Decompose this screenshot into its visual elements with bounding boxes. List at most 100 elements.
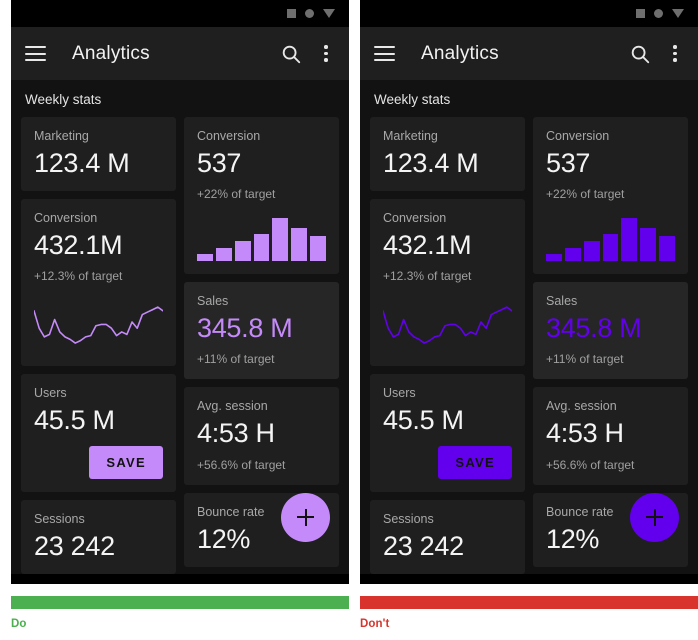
stat-card-value: 4:53 H <box>546 418 624 449</box>
stat-card[interactable]: Avg. session 4:53 H +56.6% of target <box>184 387 339 485</box>
bar-chart-bar <box>272 218 289 262</box>
stat-card[interactable]: Users 45.5 M SAVE <box>21 374 176 492</box>
stat-card-subtext: +11% of target <box>197 352 275 367</box>
app-bar: Analytics <box>360 27 698 80</box>
bar-chart-bar <box>621 218 638 262</box>
search-icon[interactable] <box>628 42 652 66</box>
stat-card-action-row: SAVE <box>34 445 163 479</box>
verdict-label-dont: Don't <box>360 618 390 630</box>
app-bar: Analytics <box>11 27 349 80</box>
stat-card[interactable]: Marketing 123.4 M <box>21 117 176 192</box>
panel-dont: Analytics Weekly stats Marketing 123.4 M C… <box>360 0 698 640</box>
stat-card-label: Avg. session <box>546 399 617 414</box>
stat-card-value: 537 <box>546 148 591 178</box>
circle-icon <box>654 9 663 18</box>
stat-card-label: Users <box>34 386 67 401</box>
stat-card-value: 123.4 M <box>383 148 479 178</box>
stat-card-subtext: +12.3% of target <box>383 269 472 284</box>
line-chart <box>383 291 512 353</box>
circle-icon <box>305 9 314 18</box>
stat-card-subtext: +12.3% of target <box>34 269 123 284</box>
status-bar <box>360 0 698 27</box>
stat-card[interactable]: Sales 345.8 M +11% of target <box>533 282 688 380</box>
stat-card-label: Sales <box>197 294 229 309</box>
grid-column-left: Marketing 123.4 M Conversion 432.1M +12.3% o… <box>21 117 176 574</box>
stat-card[interactable]: Conversion 432.1M +12.3% of target <box>21 199 176 367</box>
stat-card[interactable]: Conversion 432.1M +12.3% of target <box>370 199 525 367</box>
stat-card-label: Conversion <box>546 129 610 143</box>
line-chart <box>34 291 163 353</box>
stat-card-value: 23 242 <box>383 530 464 561</box>
stat-card-label: Marketing <box>34 129 89 143</box>
stat-card-label: Avg. session <box>197 399 268 414</box>
stats-grid: Marketing 123.4 M Conversion 432.1M +12.3% o… <box>360 117 698 574</box>
bar-chart-bar <box>310 236 327 262</box>
stat-card-value: 123.4 M <box>34 148 130 178</box>
bar-chart-bar <box>583 240 600 262</box>
stat-card[interactable]: Conversion 537 +22% of target <box>533 117 688 275</box>
stat-card-action-row: SAVE <box>383 445 512 479</box>
stat-card-label: Sessions <box>34 511 85 526</box>
stat-card-value: 432.1M <box>383 230 472 261</box>
section-title: Weekly stats <box>11 80 349 117</box>
do-dont-comparison: Analytics Weekly stats Marketing 123.4 M C… <box>0 0 698 640</box>
stat-card-subtext: +56.6% of target <box>546 457 635 472</box>
panel-do: Analytics Weekly stats Marketing 123.4 M C… <box>11 0 349 640</box>
stat-card[interactable]: Marketing 123.4 M <box>370 117 525 192</box>
bar-chart-bar <box>197 254 213 262</box>
bar-chart-bar <box>291 227 308 262</box>
stat-card-value: 4:53 H <box>197 418 275 449</box>
menu-icon[interactable] <box>25 46 46 61</box>
stat-card[interactable]: Sales 345.8 M +11% of target <box>184 282 339 380</box>
add-icon[interactable] <box>630 492 679 542</box>
stat-card-value: 45.5 M <box>383 405 464 436</box>
bar-chart-bar <box>546 254 562 262</box>
page-title: Analytics <box>72 42 150 64</box>
stat-card-label: Sales <box>546 294 578 309</box>
stats-grid: Marketing 123.4 M Conversion 432.1M +12.3% o… <box>11 117 349 574</box>
menu-icon[interactable] <box>374 46 395 61</box>
stat-card-value: 345.8 M <box>546 313 642 344</box>
phone-mock-dont: Analytics Weekly stats Marketing 123.4 M C… <box>360 0 698 584</box>
bar-chart-bar <box>234 240 251 262</box>
stat-card-label: Conversion <box>383 211 447 226</box>
bar-chart-bar <box>602 234 619 262</box>
search-icon[interactable] <box>279 42 303 66</box>
stat-card-value: 432.1M <box>34 230 123 261</box>
stat-card[interactable]: Avg. session 4:53 H +56.6% of target <box>533 387 688 485</box>
more-vert-icon[interactable] <box>317 43 335 65</box>
stat-card[interactable]: Conversion 537 +22% of target <box>184 117 339 275</box>
page-title: Analytics <box>421 42 499 64</box>
stat-card-subtext: +22% of target <box>546 187 625 202</box>
bar-chart <box>197 213 327 262</box>
stat-card-subtext: +56.6% of target <box>197 457 286 472</box>
verdict-bar-dont <box>360 596 698 609</box>
more-vert-icon[interactable] <box>666 43 684 65</box>
triangle-icon <box>672 9 684 18</box>
bar-chart <box>546 213 676 262</box>
save-button[interactable]: SAVE <box>89 445 163 479</box>
stat-card-label: Sessions <box>383 511 434 526</box>
add-icon[interactable] <box>281 492 330 542</box>
phone-mock-do: Analytics Weekly stats Marketing 123.4 M C… <box>11 0 349 584</box>
square-icon <box>287 9 296 18</box>
stat-card-label: Users <box>383 386 416 401</box>
status-bar <box>11 0 349 27</box>
square-icon <box>636 9 645 18</box>
stat-card[interactable]: Users 45.5 M SAVE <box>370 374 525 492</box>
stat-card[interactable]: Sessions 23 242 <box>21 499 176 574</box>
triangle-icon <box>323 9 335 18</box>
stat-card[interactable]: Sessions 23 242 <box>370 499 525 574</box>
stat-card-value: 345.8 M <box>197 313 293 344</box>
stat-card-value: 23 242 <box>34 530 115 561</box>
section-title: Weekly stats <box>360 80 698 117</box>
bar-chart-bar <box>659 236 676 262</box>
verdict-label-do: Do <box>11 618 27 630</box>
bar-chart-bar <box>215 248 232 262</box>
stat-card-value: 45.5 M <box>34 405 115 436</box>
grid-column-left: Marketing 123.4 M Conversion 432.1M +12.3% o… <box>370 117 525 574</box>
save-button[interactable]: SAVE <box>438 445 512 479</box>
stat-card-subtext: +22% of target <box>197 187 276 202</box>
bar-chart-bar <box>640 227 657 262</box>
bar-chart-bar <box>564 248 581 262</box>
